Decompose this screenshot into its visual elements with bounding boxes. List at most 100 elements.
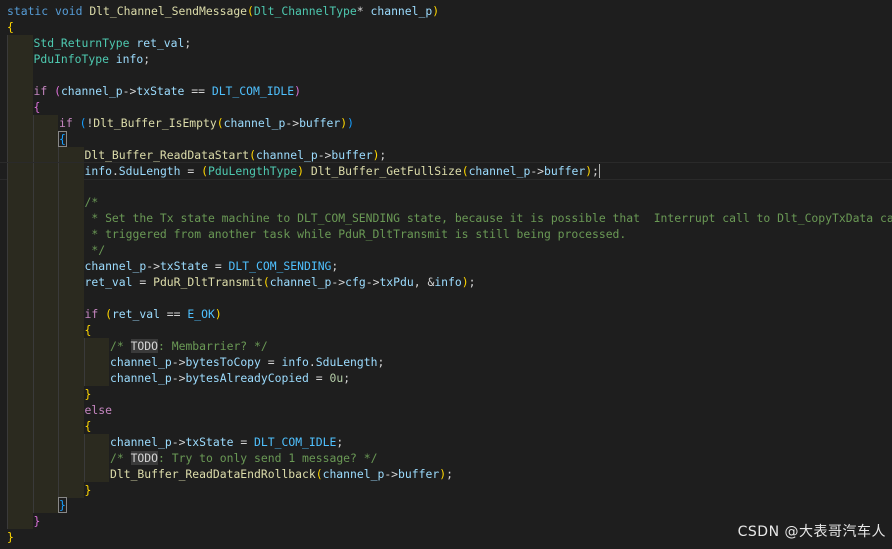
code-line[interactable]: PduInfoType info; <box>0 50 892 67</box>
code-line[interactable]: Dlt_Buffer_ReadDataStart(channel_p->buff… <box>0 146 892 163</box>
code-line[interactable] <box>0 66 892 83</box>
indent-guide <box>58 274 61 291</box>
code-token: -> <box>365 275 380 290</box>
code-line[interactable]: } <box>0 497 892 514</box>
code-line[interactable]: /* TODO: Try to only send 1 message? */ <box>0 449 892 466</box>
code-token: ) <box>294 83 301 98</box>
code-token: void <box>55 4 83 18</box>
code-token: ; <box>379 147 387 162</box>
code-token: { <box>33 99 41 114</box>
indent-guide <box>7 481 10 498</box>
code-line[interactable]: { <box>0 130 892 147</box>
indent-guide <box>58 353 61 370</box>
code-line[interactable]: if (channel_p->txState == DLT_COM_IDLE) <box>0 82 892 99</box>
code-token: ( <box>247 4 254 18</box>
code-line[interactable]: /* <box>0 194 892 211</box>
code-line[interactable]: channel_p->bytesToCopy = info.SduLength; <box>0 353 892 370</box>
code-line[interactable] <box>0 178 892 195</box>
code-line[interactable]: Std_ReturnType ret_val; <box>0 34 892 51</box>
code-token: { <box>84 323 92 337</box>
watermark: CSDN @大表哥汽车人 <box>737 524 886 540</box>
code-line[interactable]: static void Dlt_Channel_SendMessage(Dlt_… <box>0 3 892 19</box>
code-text: info.SduLength = (PduLengthType) Dlt_Buf… <box>85 163 600 179</box>
indent-guide <box>32 449 36 466</box>
indent-guide <box>58 210 61 227</box>
code-token: : Membarrier? */ <box>158 338 268 353</box>
indent-guide <box>58 449 61 466</box>
indent-whitespace <box>7 178 84 195</box>
code-line[interactable]: if (ret_val == E_OK) <box>0 306 892 323</box>
code-token: } <box>7 530 14 545</box>
code-token: } <box>33 514 41 529</box>
code-token: ; <box>336 434 344 449</box>
code-line[interactable]: channel_p->txState = DLT_COM_IDLE; <box>0 433 892 450</box>
code-line[interactable]: { <box>0 19 892 35</box>
code-line[interactable]: * triggered from another task while PduR… <box>0 226 892 243</box>
code-token: Std_ReturnType <box>33 35 130 50</box>
code-line[interactable]: else <box>0 401 892 418</box>
indent-guide <box>32 258 36 275</box>
indent-whitespace <box>7 290 84 307</box>
code-token: channel_p <box>223 115 286 130</box>
code-token: channel_p <box>110 370 172 385</box>
code-token: ret_val <box>84 275 133 290</box>
code-text: if (channel_p->txState == DLT_COM_IDLE) <box>34 83 302 99</box>
indent-guide <box>7 337 10 354</box>
indent-guide <box>7 417 10 434</box>
indent-guide <box>7 369 10 386</box>
code-text: { <box>58 130 67 147</box>
code-token: -> <box>285 115 300 130</box>
code-token: channel_p <box>255 147 318 162</box>
code-token: /* <box>110 338 131 353</box>
indent-guide <box>7 82 10 99</box>
code-line[interactable]: * Set the Tx state machine to DLT_COM_SE… <box>0 210 892 227</box>
code-line[interactable] <box>0 290 892 307</box>
code-line[interactable]: info.SduLength = (PduLengthType) Dlt_Buf… <box>0 161 892 180</box>
code-line[interactable]: channel_p->txState = DLT_COM_SENDING; <box>0 258 892 275</box>
code-text: /* <box>85 194 99 210</box>
code-line[interactable]: Dlt_Buffer_ReadDataEndRollback(channel_p… <box>0 465 892 482</box>
code-token: ; <box>446 466 453 481</box>
indent-whitespace <box>7 401 84 418</box>
code-line[interactable]: /* TODO: Membarrier? */ <box>0 337 892 354</box>
code-text: Std_ReturnType ret_val; <box>34 35 192 51</box>
code-line[interactable]: channel_p->bytesAlreadyCopied = 0u; <box>0 369 892 386</box>
code-editor[interactable]: static void Dlt_Channel_SendMessage(Dlt_… <box>0 0 892 549</box>
indent-guide <box>32 497 36 514</box>
code-token: = <box>260 354 282 369</box>
indent-guide <box>32 417 36 434</box>
code-text: { <box>34 99 41 115</box>
indent-guide <box>58 481 61 498</box>
indent-guide <box>7 114 10 131</box>
code-token: == <box>184 83 212 98</box>
indent-whitespace <box>7 306 84 323</box>
code-text: { <box>85 418 92 434</box>
code-token: bytesToCopy <box>185 354 261 369</box>
code-token: txPdu <box>379 275 414 290</box>
code-text: * triggered from another task while PduR… <box>84 226 627 242</box>
code-line[interactable]: */ <box>0 242 892 259</box>
code-token: * triggered from another task while PduR… <box>84 227 627 242</box>
code-token: -> <box>146 259 160 274</box>
code-line[interactable]: if (!Dlt_Buffer_IsEmpty(channel_p->buffe… <box>0 114 892 131</box>
indent-whitespace <box>7 417 84 434</box>
code-token: = <box>233 434 255 449</box>
code-line[interactable]: { <box>0 322 892 338</box>
code-token: info <box>434 275 462 290</box>
code-line[interactable]: } <box>0 481 892 498</box>
code-line[interactable]: { <box>0 98 892 115</box>
code-text: { <box>85 322 92 338</box>
indent-guide <box>58 290 61 307</box>
indent-guide <box>7 513 10 530</box>
indent-guide <box>7 66 10 83</box>
code-text: Dlt_Buffer_ReadDataStart(channel_p->buff… <box>85 147 387 163</box>
code-line[interactable]: ret_val = PduR_DltTransmit(channel_p->cf… <box>0 274 892 291</box>
code-token: ; <box>592 163 599 178</box>
indent-guide <box>32 274 36 291</box>
code-token: /* <box>110 450 131 465</box>
code-line[interactable]: { <box>0 417 892 434</box>
code-text: } <box>58 497 67 514</box>
code-line[interactable]: } <box>0 385 892 402</box>
